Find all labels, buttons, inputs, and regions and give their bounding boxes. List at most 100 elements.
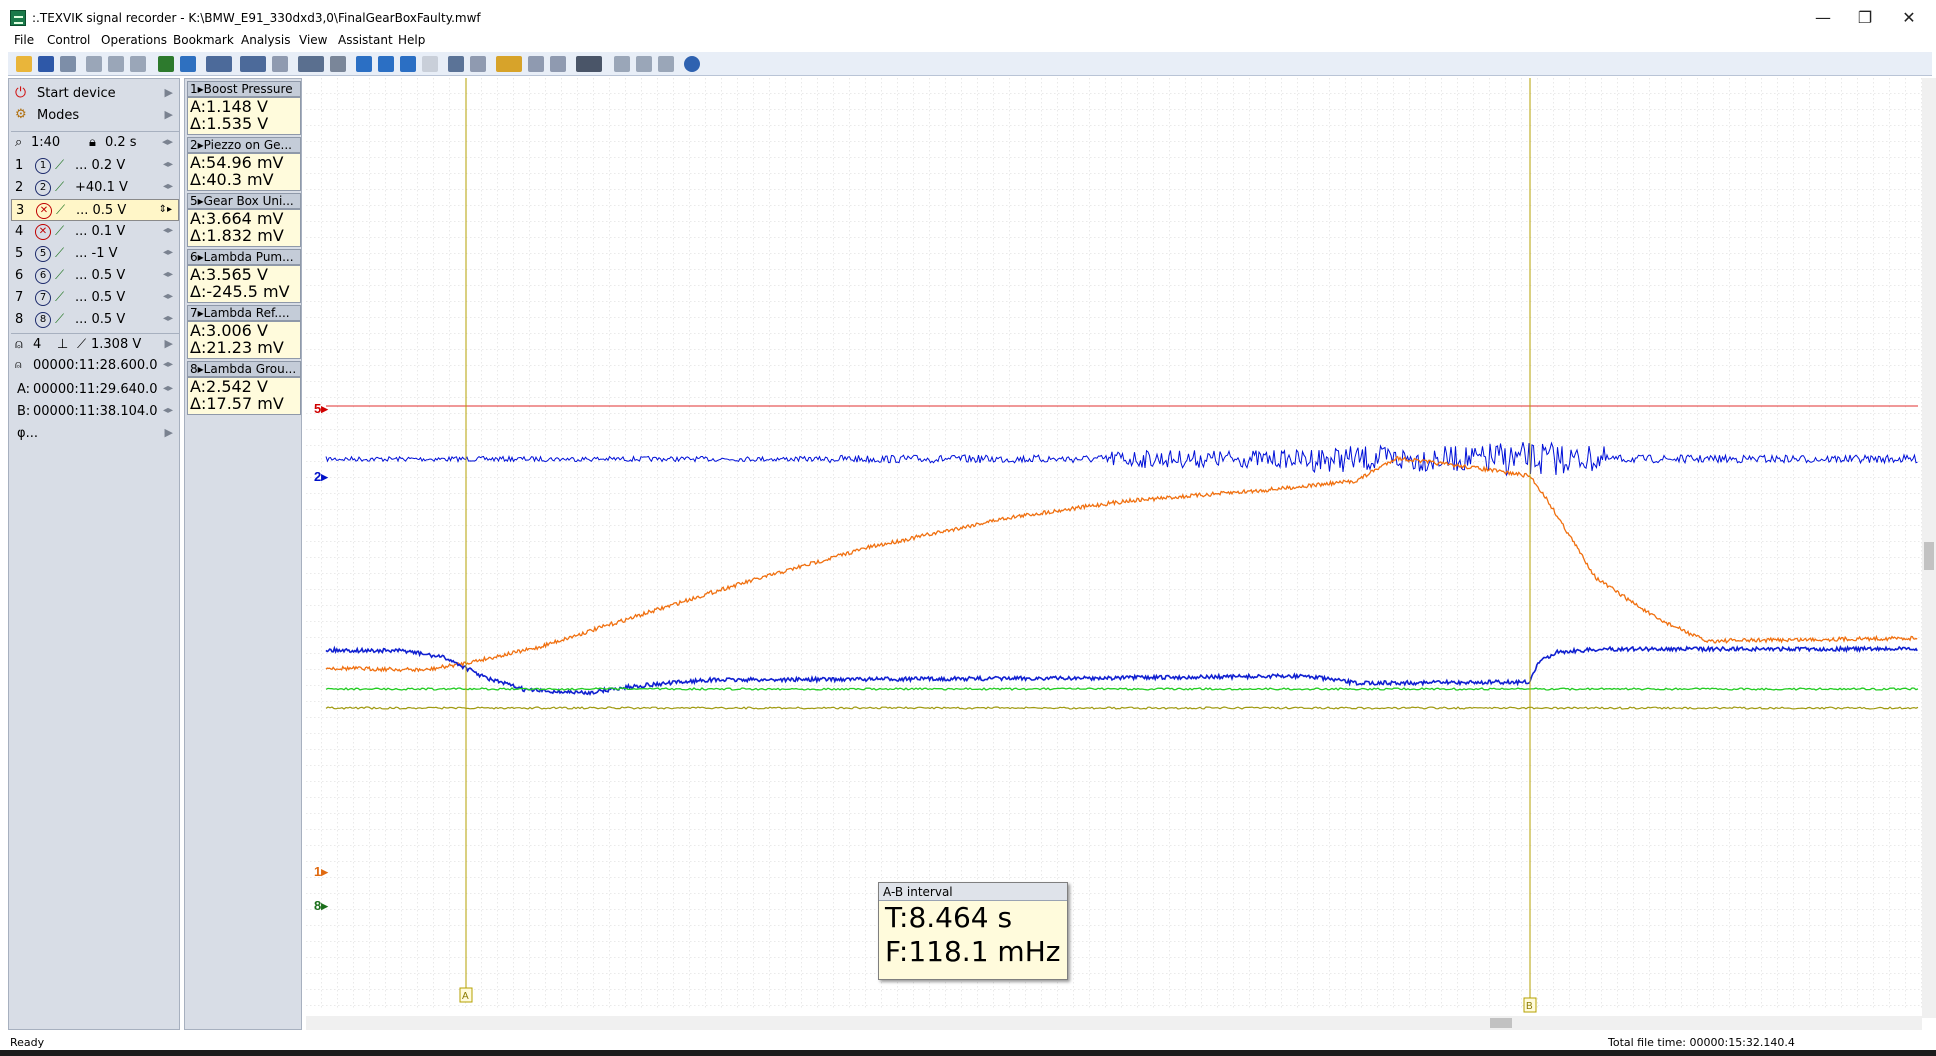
menu-analysis[interactable]: Analysis bbox=[241, 33, 290, 47]
channel-toggle-icon[interactable]: ✕ bbox=[36, 203, 52, 219]
print-icon[interactable] bbox=[60, 56, 76, 72]
modes-button[interactable]: ⚙ Modes ▶ bbox=[11, 105, 179, 127]
channel-row-3[interactable]: 3 ✕ ⟋ ... 0.5 V ⇕▸ bbox=[11, 199, 179, 221]
zoom-row[interactable]: ⌕ 1:40 🔒︎ 0.2 s ◂▸ bbox=[11, 131, 179, 153]
open-icon[interactable] bbox=[16, 56, 32, 72]
adjust-arrows-icon[interactable]: ◂▸ bbox=[163, 247, 173, 258]
adjust-arrows-icon[interactable]: ◂▸ bbox=[163, 269, 173, 280]
channel-row-8[interactable]: 8 8 ⟋ ... 0.5 V ◂▸ bbox=[11, 309, 179, 331]
cursor-b-row[interactable]: B: 00000:11:38.104.0 ◂▸ bbox=[11, 401, 179, 423]
phase-row[interactable]: φ... ▶ bbox=[11, 423, 179, 445]
display-icon[interactable] bbox=[576, 56, 602, 72]
channel-1-marker[interactable]: 1▸ bbox=[314, 864, 329, 879]
slope-icon[interactable]: ⟋ bbox=[56, 203, 65, 218]
ab-interval-box[interactable]: A-B interval T:8.464 s F:118.1 mHz bbox=[878, 882, 1068, 980]
flag-icon[interactable] bbox=[180, 56, 196, 72]
zoom-icon[interactable] bbox=[298, 56, 324, 72]
folder-icon[interactable] bbox=[496, 56, 522, 72]
close-button[interactable]: ✕ bbox=[1886, 0, 1932, 36]
signal-icon[interactable] bbox=[206, 56, 232, 72]
meas-header-boost[interactable]: 1▸Boost Pressure bbox=[187, 81, 301, 97]
channel-toggle-icon[interactable]: 7 bbox=[35, 290, 51, 306]
copy-icon[interactable] bbox=[86, 56, 102, 72]
cursor-a-row[interactable]: A: 00000:11:29.640.0 ◂▸ bbox=[11, 379, 179, 401]
menu-control[interactable]: Control bbox=[47, 33, 90, 47]
page-icon[interactable] bbox=[422, 56, 438, 72]
channel-5-marker[interactable]: 5▸ bbox=[314, 401, 329, 416]
panel-icon[interactable] bbox=[636, 56, 652, 72]
adjust-arrows-icon[interactable]: ◂▸ bbox=[163, 359, 173, 370]
adjust-arrows-icon[interactable]: ⇕▸ bbox=[159, 204, 172, 215]
cut-icon[interactable] bbox=[130, 56, 146, 72]
horizontal-scroll-thumb[interactable] bbox=[1490, 1018, 1512, 1028]
chevron-right-icon[interactable]: ◂▸ bbox=[162, 135, 173, 148]
channel-row-5[interactable]: 5 5 ⟋ ... -1 V ◂▸ bbox=[11, 243, 179, 265]
meas-header-lambda-ground[interactable]: 8▸Lambda Grou... bbox=[187, 361, 301, 377]
check-all-icon[interactable] bbox=[378, 56, 394, 72]
horizontal-scrollbar[interactable] bbox=[306, 1016, 1922, 1030]
adjust-arrows-icon[interactable]: ◂▸ bbox=[163, 313, 173, 324]
slope-icon[interactable]: ⟋ bbox=[55, 290, 64, 305]
channel-toggle-icon[interactable]: 8 bbox=[35, 312, 51, 328]
slope-icon[interactable]: ⟋ bbox=[55, 312, 64, 327]
channel-8-marker[interactable]: 8▸ bbox=[314, 898, 329, 913]
menu-bookmark[interactable]: Bookmark bbox=[173, 33, 234, 47]
slope-icon[interactable]: ⟋ bbox=[55, 224, 64, 239]
maximize-button[interactable]: ❐ bbox=[1842, 0, 1888, 36]
step-icon[interactable] bbox=[528, 56, 544, 72]
slope-icon[interactable]: ⟋ bbox=[55, 268, 64, 283]
help-icon[interactable] bbox=[684, 56, 700, 72]
adjust-arrows-icon[interactable]: ◂▸ bbox=[163, 383, 173, 394]
channel-row-4[interactable]: 4 ✕ ⟋ ... 0.1 V ◂▸ bbox=[11, 221, 179, 243]
channel-row-1[interactable]: 1 1 ⟋ ... 0.2 V ◂▸ bbox=[11, 155, 179, 177]
menu-assistant[interactable]: Assistant bbox=[338, 33, 393, 47]
menu-operations[interactable]: Operations bbox=[101, 33, 167, 47]
vertical-scroll-thumb[interactable] bbox=[1924, 542, 1934, 570]
grid-icon[interactable] bbox=[614, 56, 630, 72]
channel-row-2[interactable]: 2 2 ⟋ +40.1 V ◂▸ bbox=[11, 177, 179, 199]
check-down-icon[interactable] bbox=[400, 56, 416, 72]
channel-row-6[interactable]: 6 6 ⟋ ... 0.5 V ◂▸ bbox=[11, 265, 179, 287]
menu-help[interactable]: Help bbox=[398, 33, 425, 47]
meas-header-gearbox[interactable]: 5▸Gear Box Uni... bbox=[187, 193, 301, 209]
menu-view[interactable]: View bbox=[299, 33, 327, 47]
channel-toggle-icon[interactable]: ✕ bbox=[35, 224, 51, 240]
channel-toggle-icon[interactable]: 2 bbox=[35, 180, 51, 196]
adjust-arrows-icon[interactable]: ◂▸ bbox=[163, 405, 173, 416]
meas-header-lambda-pump[interactable]: 6▸Lambda Pum... bbox=[187, 249, 301, 265]
oscilloscope-plot[interactable]: 5▸ 2▸ 1▸ 8▸ A B bbox=[306, 78, 1922, 1018]
window-icon[interactable] bbox=[658, 56, 674, 72]
undo-icon[interactable] bbox=[272, 56, 288, 72]
vertical-scrollbar[interactable] bbox=[1922, 78, 1936, 1018]
channel-row-7[interactable]: 7 7 ⟋ ... 0.5 V ◂▸ bbox=[11, 287, 179, 309]
adjust-arrows-icon[interactable]: ◂▸ bbox=[163, 225, 173, 236]
fit-icon[interactable] bbox=[448, 56, 464, 72]
plot-canvas[interactable]: 5▸ 2▸ 1▸ 8▸ A B bbox=[306, 78, 1922, 1018]
layout-icon[interactable] bbox=[470, 56, 486, 72]
clear-icon[interactable] bbox=[330, 56, 346, 72]
slope-icon[interactable]: ⟋ bbox=[55, 158, 64, 173]
meas-header-piezo[interactable]: 2▸Piezzo on Ge... bbox=[187, 137, 301, 153]
channel-scale: +40.1 V bbox=[75, 180, 128, 195]
adjust-arrows-icon[interactable]: ◂▸ bbox=[163, 181, 173, 192]
paste-icon[interactable] bbox=[108, 56, 124, 72]
menu-file[interactable]: File bbox=[14, 33, 34, 47]
stop-icon[interactable] bbox=[550, 56, 566, 72]
slope-icon[interactable]: ⟋ bbox=[55, 180, 64, 195]
channel-toggle-icon[interactable]: 5 bbox=[35, 246, 51, 262]
start-device-button[interactable]: ⏻ Start device ▶ bbox=[11, 83, 179, 105]
slope-icon[interactable]: ⟋ bbox=[55, 246, 64, 261]
adjust-arrows-icon[interactable]: ◂▸ bbox=[163, 291, 173, 302]
adjust-arrows-icon[interactable]: ◂▸ bbox=[163, 159, 173, 170]
check-icon[interactable] bbox=[356, 56, 372, 72]
channel-toggle-icon[interactable]: 1 bbox=[35, 158, 51, 174]
minimize-button[interactable]: — bbox=[1800, 0, 1846, 36]
trigger-icon[interactable] bbox=[158, 56, 174, 72]
trigger-time-row[interactable]: ⍝ 00000:11:28.600.0 ◂▸ bbox=[11, 355, 179, 377]
meas-header-lambda-ref[interactable]: 7▸Lambda Ref.... bbox=[187, 305, 301, 321]
channel-2-marker[interactable]: 2▸ bbox=[314, 469, 329, 484]
channel-toggle-icon[interactable]: 6 bbox=[35, 268, 51, 284]
save-icon[interactable] bbox=[38, 56, 54, 72]
wave-icon[interactable] bbox=[240, 56, 266, 72]
trigger-row[interactable]: ⍝ 4 ⊥ ⟋ 1.308 V ▶ bbox=[11, 333, 179, 355]
